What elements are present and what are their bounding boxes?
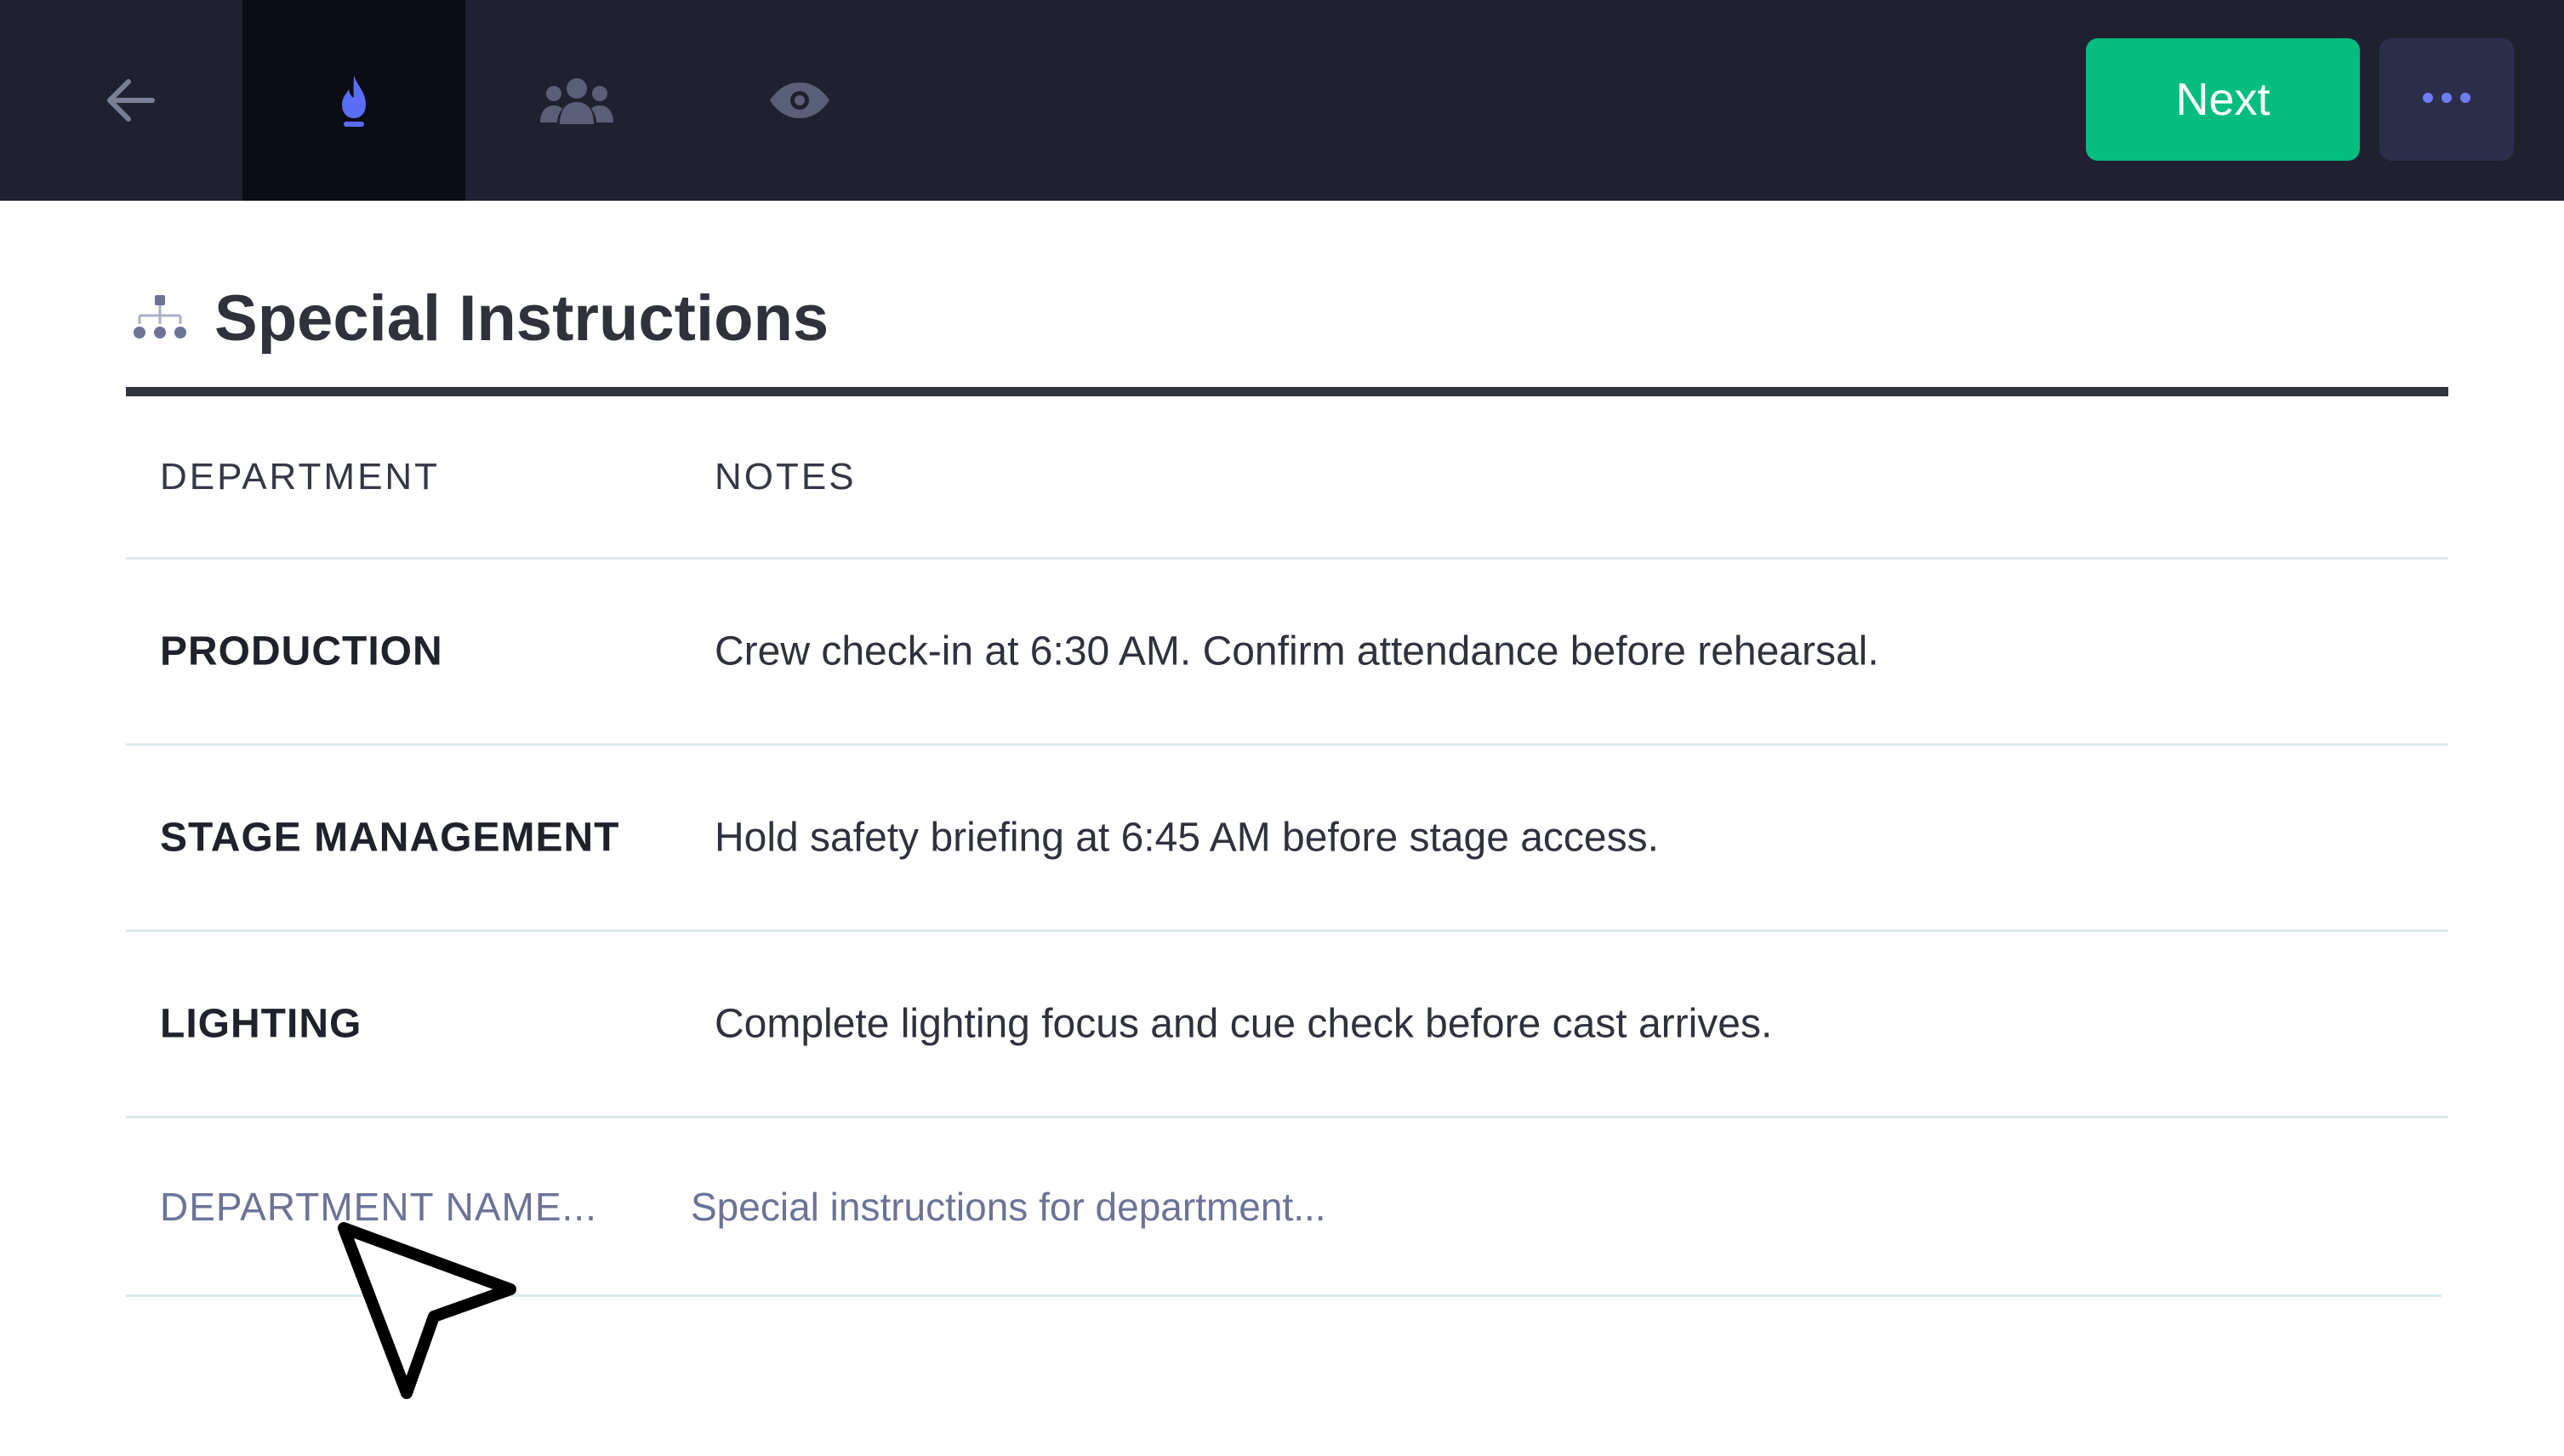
back-button[interactable] [19, 0, 242, 201]
tab-preview[interactable] [688, 0, 911, 201]
column-header-department: DEPARTMENT [160, 455, 441, 498]
users-icon [538, 75, 615, 126]
eye-icon [768, 81, 831, 120]
section-header: Special Instructions [126, 272, 2448, 396]
table-row[interactable]: LIGHTING Complete lighting focus and cue… [126, 932, 2448, 1118]
top-toolbar: Next [0, 0, 2564, 201]
notes-cell: Crew check-in at 6:30 AM. Confirm attend… [715, 628, 1879, 674]
tab-special-instructions[interactable] [242, 0, 465, 201]
sitemap-icon [133, 293, 187, 345]
special-instructions-table: DEPARTMENT NOTES PRODUCTION Crew check-i… [126, 396, 2448, 1297]
department-cell: STAGE MANAGEMENT [160, 815, 620, 861]
notes-cell: Hold safety briefing at 6:45 AM before s… [715, 815, 1659, 861]
page-title: Special Instructions [214, 282, 829, 355]
column-header-notes: NOTES [715, 455, 857, 498]
table-header-row: DEPARTMENT NOTES [126, 396, 2448, 560]
tab-crew[interactable] [465, 0, 688, 201]
department-notes-input[interactable] [691, 1176, 1712, 1237]
next-button[interactable]: Next [2086, 38, 2360, 161]
ellipsis-icon [2421, 92, 2472, 108]
notes-cell: Complete lighting focus and cue check be… [715, 1001, 1773, 1047]
department-name-input[interactable] [160, 1176, 636, 1237]
table-row[interactable]: STAGE MANAGEMENT Hold safety briefing at… [126, 746, 2448, 932]
arrow-left-icon [105, 77, 156, 124]
table-row[interactable]: PRODUCTION Crew check-in at 6:30 AM. Con… [126, 560, 2448, 746]
department-cell: LIGHTING [160, 1001, 362, 1047]
new-department-row [126, 1118, 2441, 1297]
department-cell: PRODUCTION [160, 628, 443, 674]
more-options-button[interactable] [2379, 38, 2514, 161]
flame-icon [337, 72, 371, 128]
